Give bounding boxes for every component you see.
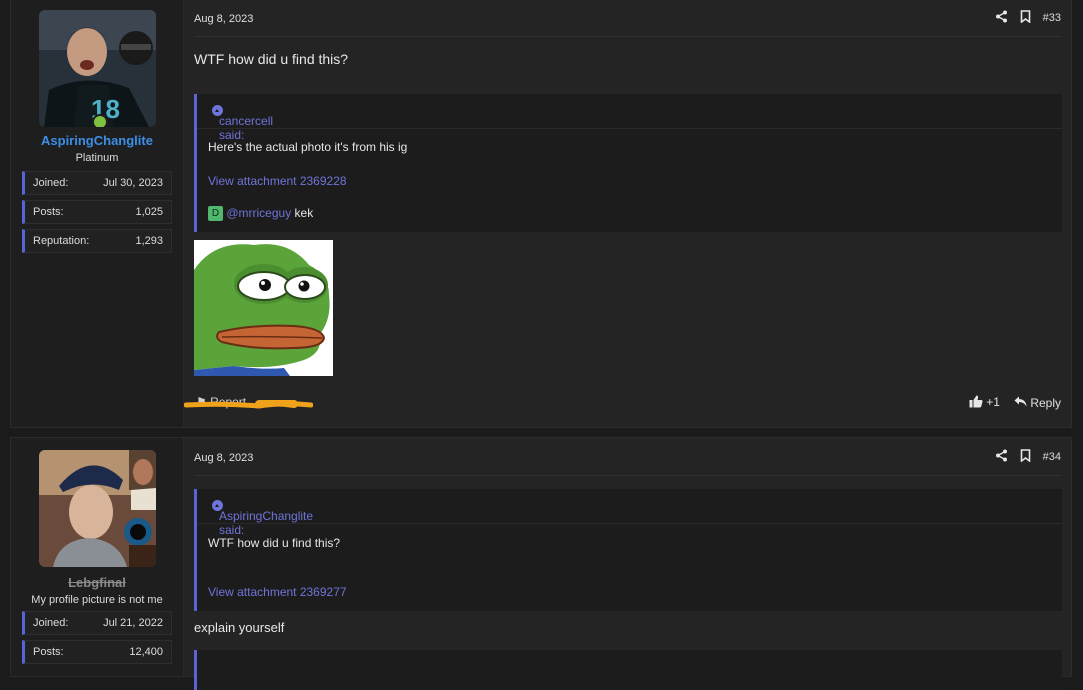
attachment-link[interactable]: View attachment 2369277 [208,585,347,599]
post-message: WTF how did u find this? [194,51,349,67]
quote-header[interactable]: cancercell said: [197,94,1062,142]
reply-button[interactable]: Reply [1014,396,1061,411]
user-title: Platinum [75,152,119,164]
stat-value: Jul 21, 2022 [103,617,163,629]
post-message: explain yourself [194,620,285,635]
mention-suffix: kek [294,206,314,220]
stat-value: 12,400 [129,646,163,658]
post-main: Aug 8, 2023 #34 AspiringChanglite said: … [184,438,1071,690]
stat-reputation: Reputation: 1,293 [22,229,172,253]
quote-header[interactable]: AspiringChanglite said: [197,489,1062,537]
post-actions: #34 [995,449,1061,465]
redaction-scribble [184,400,313,409]
reply-label: Reply [1030,395,1061,410]
attachment-link[interactable]: View attachment 2369228 [208,174,347,188]
stat-value: Jul 30, 2023 [103,177,163,189]
post-34: Lebgfinal My profile picture is not me J… [10,437,1072,690]
avatar-image: 18 [39,10,156,127]
stat-label: Posts: [33,646,64,658]
stat-joined: Joined: Jul 30, 2023 [22,171,172,195]
post-33: 18 AspiringChanglite Platinum Joined: Ju… [10,0,1072,428]
stat-label: Joined: [33,177,69,189]
reply-arrow-icon [1014,396,1027,410]
share-icon[interactable] [995,449,1008,465]
stat-posts: Posts: 1,025 [22,200,172,224]
like-button[interactable]: +1 [969,395,1000,411]
post-number[interactable]: #33 [1043,12,1061,24]
avatar[interactable] [39,450,156,567]
divider [194,36,1061,37]
stat-label: Joined: [33,617,69,629]
user-sidebar: Lebgfinal My profile picture is not me J… [11,438,184,676]
stat-value: 1,025 [135,206,163,218]
mention-link[interactable]: @mrriceguy [226,206,291,220]
stat-label: Reputation: [33,235,90,247]
post-footer-actions: +1 Reply [969,395,1061,411]
quote-block: cancercell said: Here's the actual photo… [194,94,1062,232]
avatar-image [39,450,156,567]
user-badge: D [208,206,223,222]
avatar[interactable]: 18 [39,10,156,127]
username[interactable]: Lebgfinal [11,575,183,590]
user-sidebar: 18 AspiringChanglite Platinum Joined: Ju… [11,0,184,427]
quote-text: Here's the actual photo it's from his ig [208,140,408,154]
stat-label: Posts: [33,206,64,218]
bookmark-icon[interactable] [1020,449,1031,465]
quote-block-2 [194,650,1062,690]
online-indicator [92,114,108,127]
divider [194,475,1061,476]
username[interactable]: AspiringChanglite [11,133,183,148]
quote-block: AspiringChanglite said: WTF how did u fi… [194,489,1062,611]
bookmark-icon[interactable] [1020,10,1031,26]
like-count: +1 [986,395,1000,410]
quote-author[interactable]: cancercell said: [219,114,273,142]
post-main: Aug 8, 2023 #33 WTF how did u find this?… [184,0,1071,427]
share-icon[interactable] [995,10,1008,26]
attached-image-pepe[interactable] [194,240,333,376]
post-date[interactable]: Aug 8, 2023 [194,13,253,25]
post-number[interactable]: #34 [1043,451,1061,463]
stat-joined: Joined: Jul 21, 2022 [22,611,172,635]
post-date[interactable]: Aug 8, 2023 [194,452,253,464]
quote-text: WTF how did u find this? [208,536,341,550]
stat-posts: Posts: 12,400 [22,640,172,664]
thumbs-up-icon [969,395,983,411]
mention-line: D @mrriceguy kek [208,206,314,222]
user-title: My profile picture is not me [31,594,163,606]
quote-author[interactable]: AspiringChanglite said: [219,509,313,537]
post-actions: #33 [995,10,1061,26]
stat-value: 1,293 [135,235,163,247]
